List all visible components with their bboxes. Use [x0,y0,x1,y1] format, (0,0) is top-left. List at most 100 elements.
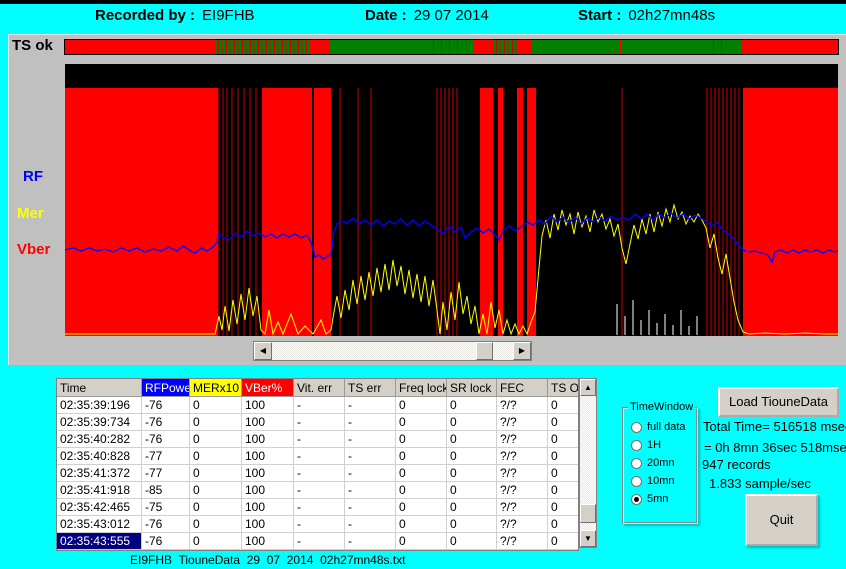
chart-horizontal-scrollbar[interactable]: ◀ ▶ [253,341,532,361]
table-row[interactable]: 02:35:42:465-750100--00?/?0 [57,499,579,516]
cell-ts-err[interactable]: - [345,482,396,499]
cell-ts-err[interactable]: - [345,448,396,465]
cell-fec[interactable]: ?/? [497,414,548,431]
cell-time[interactable]: 02:35:40:828 [57,448,142,465]
cell-freq-lock[interactable]: 0 [396,414,447,431]
cell-merx10[interactable]: 0 [190,482,242,499]
table-row[interactable]: 02:35:41:372-770100--00?/?0 [57,465,579,482]
radio-label[interactable]: 10mn [647,475,675,487]
table-vertical-scrollbar[interactable]: ▲ ▼ [579,378,597,548]
cell-fec[interactable]: ?/? [497,499,548,516]
cell-freq-lock[interactable]: 0 [396,533,447,550]
cell-ts-err[interactable]: - [345,533,396,550]
table-row[interactable]: 02:35:39:196-760100--00?/?0 [57,397,579,414]
radio-5mn[interactable]: 5mn [631,491,696,507]
cell-fec[interactable]: ?/? [497,397,548,414]
cell-sr-lock[interactable]: 0 [447,431,497,448]
cell-ts-err[interactable]: - [345,431,396,448]
cell-rfpower[interactable]: -76 [142,414,190,431]
cell-rfpower[interactable]: -76 [142,533,190,550]
cell-vit-err[interactable]: - [294,448,345,465]
cell-vber-[interactable]: 100 [242,397,294,414]
cell-vber-[interactable]: 100 [242,516,294,533]
radio-10mn[interactable]: 10mn [631,473,696,489]
cell-time[interactable]: 02:35:43:012 [57,516,142,533]
scroll-left-icon[interactable]: ◀ [254,342,272,360]
cell-vber-[interactable]: 100 [242,431,294,448]
cell-vber-[interactable]: 100 [242,414,294,431]
cell-sr-lock[interactable]: 0 [447,397,497,414]
cell-rfpower[interactable]: -85 [142,482,190,499]
cell-vber-[interactable]: 100 [242,499,294,516]
cell-vber-[interactable]: 100 [242,465,294,482]
radio-label[interactable]: full data [647,421,686,433]
cell-time[interactable]: 02:35:41:372 [57,465,142,482]
table-row[interactable]: 02:35:40:828-770100--00?/?0 [57,448,579,465]
cell-time[interactable]: 02:35:40:282 [57,431,142,448]
cell-vit-err[interactable]: - [294,533,345,550]
cell-sr-lock[interactable]: 0 [447,465,497,482]
cell-vit-err[interactable]: - [294,414,345,431]
radio-button-icon[interactable] [631,422,642,433]
cell-ts-err[interactable]: - [345,516,396,533]
cell-rfpower[interactable]: -76 [142,397,190,414]
cell-vit-err[interactable]: - [294,465,345,482]
cell-merx10[interactable]: 0 [190,414,242,431]
cell-ts-err[interactable]: - [345,499,396,516]
cell-ts-ok[interactable]: 0 [548,482,580,499]
cell-ts-ok[interactable]: 0 [548,397,580,414]
cell-sr-lock[interactable]: 0 [447,533,497,550]
cell-vber-[interactable]: 100 [242,533,294,550]
cell-merx10[interactable]: 0 [190,533,242,550]
radio-button-icon[interactable] [631,494,642,505]
cell-time[interactable]: 02:35:42:465 [57,499,142,516]
cell-vit-err[interactable]: - [294,499,345,516]
cell-sr-lock[interactable]: 0 [447,499,497,516]
cell-merx10[interactable]: 0 [190,516,242,533]
cell-ts-ok[interactable]: 0 [548,431,580,448]
cell-rfpower[interactable]: -75 [142,499,190,516]
cell-merx10[interactable]: 0 [190,499,242,516]
radio-label[interactable]: 20mn [647,457,675,469]
cell-rfpower[interactable]: -76 [142,431,190,448]
cell-merx10[interactable]: 0 [190,397,242,414]
table-row[interactable]: 02:35:41:918-850100--00?/?0 [57,482,579,499]
cell-freq-lock[interactable]: 0 [396,482,447,499]
cell-fec[interactable]: ?/? [497,482,548,499]
cell-sr-lock[interactable]: 0 [447,414,497,431]
cell-time[interactable]: 02:35:43:555 [57,533,142,550]
cell-sr-lock[interactable]: 0 [447,482,497,499]
cell-fec[interactable]: ?/? [497,533,548,550]
cell-freq-lock[interactable]: 0 [396,397,447,414]
cell-sr-lock[interactable]: 0 [447,448,497,465]
cell-rfpower[interactable]: -77 [142,465,190,482]
cell-vber-[interactable]: 100 [242,482,294,499]
table-row[interactable]: 02:35:43:555-760100--00?/?0 [57,533,579,550]
vertical-scrollbar-thumb[interactable] [580,504,596,523]
cell-ts-err[interactable]: - [345,397,396,414]
cell-ts-ok[interactable]: 0 [548,499,580,516]
radio-1h[interactable]: 1H [631,437,696,453]
cell-vit-err[interactable]: - [294,431,345,448]
cell-ts-err[interactable]: - [345,414,396,431]
load-tiounedata-button[interactable]: Load TiouneData [718,387,839,417]
cell-fec[interactable]: ?/? [497,465,548,482]
cell-ts-err[interactable]: - [345,465,396,482]
cell-freq-lock[interactable]: 0 [396,448,447,465]
cell-sr-lock[interactable]: 0 [447,516,497,533]
cell-vber-[interactable]: 100 [242,448,294,465]
radio-full-data[interactable]: full data [631,419,696,435]
radio-button-icon[interactable] [631,440,642,451]
cell-freq-lock[interactable]: 0 [396,431,447,448]
cell-freq-lock[interactable]: 0 [396,516,447,533]
table-row[interactable]: 02:35:40:282-760100--00?/?0 [57,431,579,448]
cell-merx10[interactable]: 0 [190,448,242,465]
cell-vit-err[interactable]: - [294,516,345,533]
scroll-down-icon[interactable]: ▼ [580,530,596,547]
radio-label[interactable]: 5mn [647,493,668,505]
cell-ts-ok[interactable]: 0 [548,414,580,431]
cell-vit-err[interactable]: - [294,482,345,499]
radio-20mn[interactable]: 20mn [631,455,696,471]
cell-ts-ok[interactable]: 0 [548,533,580,550]
cell-merx10[interactable]: 0 [190,431,242,448]
